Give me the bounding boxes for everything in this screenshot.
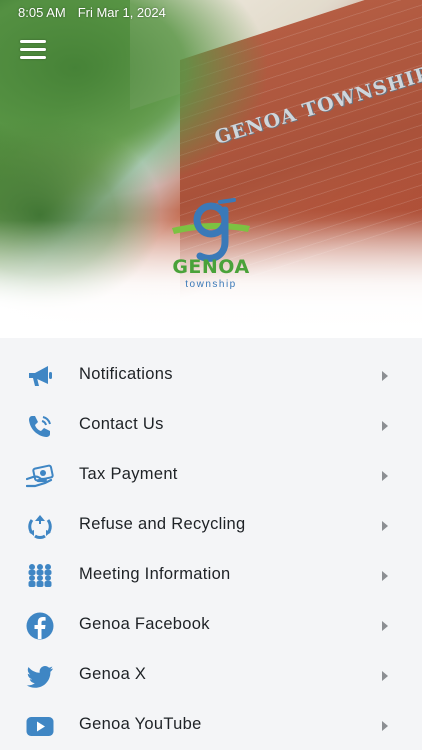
menu-item-genoa-x[interactable]: Genoa X [0,650,422,700]
menu-item-notifications[interactable]: Notifications [0,350,422,400]
menu-item-label: Refuse and Recycling [79,515,246,533]
status-date: Fri Mar 1, 2024 [77,5,166,20]
menu-item-label: Genoa X [79,665,147,683]
menu-item-tax-payment[interactable]: Tax Payment [0,450,422,500]
payment-icon [26,464,54,488]
menu-list: Notifications Contact Us Tax Payment Ref… [0,350,422,750]
chevron-right-icon [382,471,388,481]
megaphone-icon [29,366,52,386]
chevron-right-icon [382,671,388,681]
menu-item-refuse-recycling[interactable]: Refuse and Recycling [0,500,422,550]
status-time: 8:05 AM [18,5,66,20]
chevron-right-icon [382,371,388,381]
menu-item-label: Tax Payment [79,465,178,483]
menu-item-meeting-information[interactable]: Meeting Information [0,550,422,600]
hamburger-menu-icon[interactable] [20,40,46,62]
people-icon [28,564,52,587]
twitter-icon [26,666,53,688]
chevron-right-icon [382,571,388,581]
logo-word: GENOA [172,256,250,278]
menu-item-label: Contact Us [79,415,164,433]
youtube-icon [26,717,54,736]
genoa-logo: GENOA township [168,198,254,298]
menu-item-contact-us[interactable]: Contact Us [0,400,422,450]
facebook-icon [26,612,54,640]
menu-item-label: Notifications [79,365,173,383]
menu-item-label: Genoa YouTube [79,715,202,733]
recycle-icon [28,515,52,539]
status-bar: 8:05 AM Fri Mar 1, 2024 [18,5,166,20]
chevron-right-icon [382,521,388,531]
chevron-right-icon [382,721,388,731]
chevron-right-icon [382,421,388,431]
chevron-right-icon [382,621,388,631]
menu-item-genoa-facebook[interactable]: Genoa Facebook [0,600,422,650]
menu-item-label: Meeting Information [79,565,231,583]
phone-icon [29,416,51,437]
menu-item-genoa-youtube[interactable]: Genoa YouTube [0,700,422,750]
menu-item-label: Genoa Facebook [79,615,210,633]
logo-subtitle: township [185,279,237,290]
